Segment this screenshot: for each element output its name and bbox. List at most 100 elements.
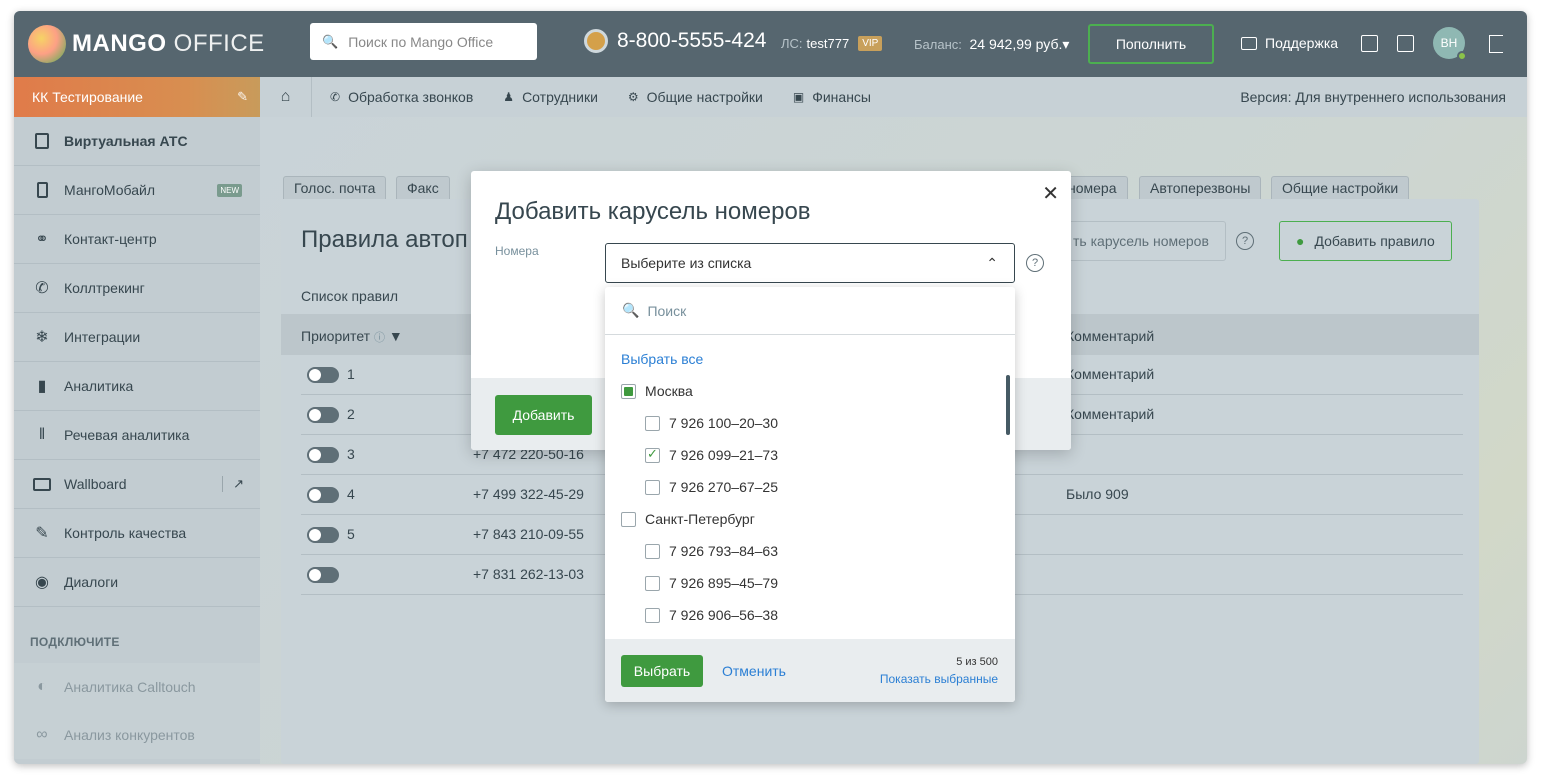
nav-item-employees[interactable]: ♟ Сотрудники <box>503 89 598 105</box>
logo-text-bold: MANGO <box>72 30 167 57</box>
chat-icon <box>1241 36 1257 50</box>
sidebar-item-competitors[interactable]: ∞ Анализ конкурентов <box>14 711 260 759</box>
logout-icon[interactable] <box>1489 35 1503 53</box>
group-checkbox-moscow[interactable]: Москва <box>621 381 693 401</box>
sidebar-item-label: Анализ конкурентов <box>64 727 195 743</box>
monitor-icon <box>32 474 52 494</box>
row-priority: 1 <box>347 366 355 382</box>
select-placeholder: Выберите из списка <box>621 255 752 271</box>
home-icon[interactable]: ⌂ <box>260 77 312 117</box>
numbers-select[interactable]: Выберите из списка ⌃ <box>605 243 1015 283</box>
nav-item-label: Сотрудники <box>522 89 598 105</box>
top-header: MANGO OFFICE 🔍 Поиск по Mango Office 8-8… <box>14 11 1527 77</box>
avatar[interactable]: ВН <box>1433 27 1467 61</box>
support-link[interactable]: Поддержка <box>1241 35 1338 51</box>
add-rule-button[interactable]: ● Добавить правило <box>1279 221 1452 261</box>
wallet-icon: ▣ <box>792 90 805 104</box>
show-selected-link[interactable]: Показать выбранные <box>880 672 998 686</box>
sidebar-item-integrations[interactable]: ❄ Интеграции <box>14 313 260 362</box>
number-checkbox[interactable]: 7 926 906–56–38 <box>645 605 778 625</box>
number-checkbox[interactable]: 7 926 100–20–30 <box>645 413 778 433</box>
search-placeholder: Поиск по Mango Office <box>348 33 494 50</box>
tab-autocall[interactable]: Автоперезвоны <box>1139 176 1262 199</box>
sidebar-item-quality-control[interactable]: ✎ Контроль качества <box>14 509 260 558</box>
checkbox-partial-icon <box>621 383 636 399</box>
dropdown-search-input[interactable]: 🔍 Поиск <box>605 287 1015 335</box>
external-link-icon[interactable]: ↗ <box>222 476 244 492</box>
number-checkbox[interactable]: 7 926 895–45–79 <box>645 573 778 593</box>
checkbox-icon <box>645 415 660 431</box>
checkbox-icon <box>645 543 660 559</box>
cancel-button[interactable]: Отменить <box>722 663 786 679</box>
number-checkbox[interactable]: 7 926 793–84–63 <box>645 541 778 561</box>
sidebar-item-wallboard[interactable]: Wallboard ↗ <box>14 460 260 509</box>
sidebar-item-dialogs[interactable]: ◉ Диалоги <box>14 558 260 607</box>
phone-icon: ✆ <box>330 90 341 104</box>
add-button[interactable]: Добавить <box>495 395 592 435</box>
project-selector[interactable]: КК Тестирование ✎ <box>14 77 260 117</box>
book-icon[interactable] <box>1397 35 1414 52</box>
help-icon[interactable]: ? <box>1236 232 1254 250</box>
sidebar-item-label: Виртуальная АТС <box>64 133 188 149</box>
global-search-input[interactable]: 🔍 Поиск по Mango Office <box>310 23 537 60</box>
rule-toggle[interactable] <box>307 527 339 543</box>
sidebar-item-label: Контроль качества <box>64 525 187 541</box>
rules-list-label: Список правил <box>301 288 399 304</box>
number-checkbox[interactable]: 7 926 270–67–25 <box>645 477 778 497</box>
close-icon[interactable]: ✕ <box>1042 181 1059 206</box>
rule-toggle[interactable] <box>307 567 339 583</box>
modal-title: Добавить карусель номеров <box>495 198 811 225</box>
new-badge: NEW <box>217 183 242 197</box>
add-carousel-button[interactable]: ть карусель номеров <box>1057 221 1226 261</box>
tab-voice-mail[interactable]: Голос. почта <box>283 176 387 199</box>
help-icon[interactable]: ? <box>1026 254 1044 272</box>
sidebar-item-contact-center[interactable]: ⚭ Контакт-центр <box>14 215 260 264</box>
checkbox-checked-icon <box>645 446 660 463</box>
rule-toggle[interactable] <box>307 367 339 383</box>
number-label: 7 926 793–84–63 <box>669 543 778 559</box>
row-number: +7 499 322-45-29 <box>473 486 584 502</box>
row-comment: Было 909 <box>1066 486 1129 502</box>
gear-icon: ⚙ <box>627 90 639 104</box>
sort-down-icon[interactable]: ▼ <box>389 328 403 344</box>
ls-value: test777 <box>806 36 850 51</box>
group-label: Санкт-Петербург <box>645 511 755 527</box>
topup-button[interactable]: Пополнить <box>1088 24 1214 64</box>
mango-logo-icon <box>28 25 66 63</box>
pbx-icon <box>32 131 52 151</box>
vip-badge: VIP <box>858 36 883 51</box>
select-button[interactable]: Выбрать <box>621 655 703 687</box>
balance[interactable]: Баланс: 24 942,99 руб.▾ <box>914 36 1069 53</box>
rule-toggle[interactable] <box>307 407 339 423</box>
sidebar-item-speech-analytics[interactable]: ‖ Речевая аналитика <box>14 411 260 460</box>
nav-item-finance[interactable]: ▣ Финансы <box>793 89 871 105</box>
tab-general-settings[interactable]: Общие настройки <box>1271 176 1410 199</box>
screen-share-icon[interactable] <box>1361 35 1378 52</box>
nav-item-general-settings[interactable]: ⚙ Общие настройки <box>628 89 763 105</box>
online-status-icon <box>1457 51 1467 61</box>
group-checkbox-spb[interactable]: Санкт-Петербург <box>621 509 755 529</box>
sidebar-item-virtual-pbx[interactable]: Виртуальная АТС <box>14 117 260 166</box>
number-checkbox[interactable]: 7 926 099–21–73 <box>645 445 778 465</box>
sidebar-item-label: Аналитика Calltouch <box>64 679 196 695</box>
select-all-link[interactable]: Выбрать все <box>621 351 703 367</box>
sidebar-item-calltouch[interactable]: ◐ Аналитика Calltouch <box>14 663 260 711</box>
nav-item-call-processing[interactable]: ✆ Обработка звонков <box>330 89 473 105</box>
row-priority: 4 <box>347 486 355 502</box>
sidebar-item-calltracking[interactable]: ✆ Коллтрекинг <box>14 264 260 313</box>
rule-toggle[interactable] <box>307 447 339 463</box>
sidebar-item-label: Коллтрекинг <box>64 280 145 296</box>
version-label: Версия: Для внутреннего использования <box>1240 89 1506 105</box>
sidebar-item-mangomobile[interactable]: МангоМобайл NEW <box>14 166 260 215</box>
sidebar-item-analytics[interactable]: ▮ Аналитика <box>14 362 260 411</box>
col-priority-label: Приоритет <box>301 328 371 344</box>
col-priority[interactable]: Приоритет ⓘ ▼ <box>301 328 403 345</box>
app-window: MANGO OFFICE 🔍 Поиск по Mango Office 8-8… <box>14 11 1527 764</box>
sidebar-item-label: Диалоги <box>64 574 119 590</box>
pencil-icon[interactable]: ✎ <box>237 89 248 105</box>
number-label: 7 926 270–67–25 <box>669 479 778 495</box>
rule-toggle[interactable] <box>307 487 339 503</box>
logo[interactable]: MANGO OFFICE <box>28 25 265 63</box>
tab-fax[interactable]: Факс <box>396 176 450 199</box>
dropdown-scrollbar[interactable] <box>1006 375 1010 435</box>
